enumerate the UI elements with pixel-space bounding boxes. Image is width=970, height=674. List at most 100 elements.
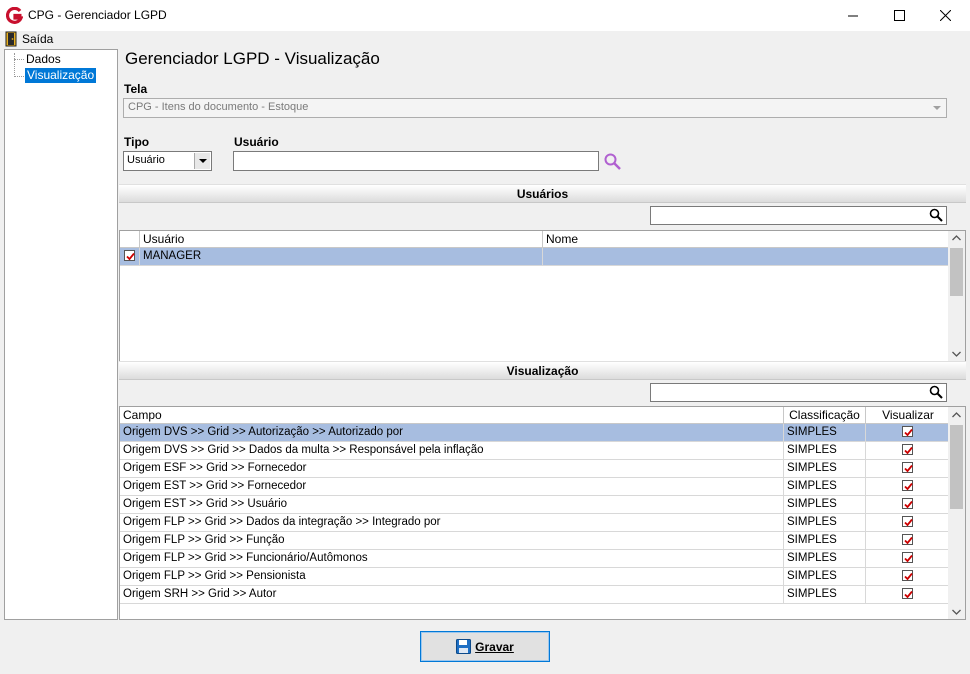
- cell-visualizar[interactable]: [866, 496, 948, 513]
- menu-bar: [0, 31, 970, 48]
- scroll-thumb[interactable]: [950, 425, 963, 509]
- save-button-label: Gravar: [475, 639, 514, 654]
- maximize-button[interactable]: [876, 0, 922, 31]
- cell-campo: Origem FLP >> Grid >> Função: [120, 532, 784, 549]
- minimize-button[interactable]: [830, 0, 876, 31]
- cell-visualizar[interactable]: [866, 586, 948, 603]
- chevron-down-icon[interactable]: [194, 153, 210, 169]
- visualizar-checkbox[interactable]: [901, 534, 913, 546]
- checkmark-icon: [903, 483, 913, 491]
- column-header-visualizar[interactable]: Visualizar: [866, 407, 950, 424]
- visualizar-checkbox[interactable]: [901, 516, 913, 528]
- cell-campo: Origem ESF >> Grid >> Fornecedor: [120, 460, 784, 477]
- tipo-select[interactable]: Usuário: [123, 151, 212, 171]
- scroll-down-icon[interactable]: [952, 351, 961, 357]
- checkmark-icon: [126, 253, 135, 261]
- cell-classificacao: SIMPLES: [784, 460, 866, 477]
- scroll-up-icon[interactable]: [952, 412, 961, 418]
- usuarios-scrollbar[interactable]: [948, 231, 965, 361]
- visualizar-checkbox[interactable]: [901, 444, 913, 456]
- checkmark-icon: [903, 591, 913, 599]
- row-checkbox[interactable]: [120, 248, 140, 265]
- column-header-usuario[interactable]: Usuário: [140, 231, 543, 248]
- tree-connector: [14, 76, 24, 77]
- app-logo-icon: [6, 7, 23, 24]
- navigation-tree: [4, 49, 118, 620]
- chevron-down-icon[interactable]: [929, 100, 945, 116]
- cell-visualizar[interactable]: [866, 532, 948, 549]
- table-row[interactable]: Origem ESF >> Grid >> Fornecedor SIMPLES: [120, 460, 948, 478]
- column-header-campo[interactable]: Campo: [120, 407, 784, 424]
- tela-select-value: CPG - Itens do documento - Estoque: [128, 101, 309, 113]
- cell-classificacao: SIMPLES: [784, 424, 866, 441]
- table-row[interactable]: Origem FLP >> Grid >> Pensionista SIMPLES: [120, 568, 948, 586]
- cell-visualizar[interactable]: [866, 424, 948, 441]
- cell-campo: Origem FLP >> Grid >> Funcionário/Autômo…: [120, 550, 784, 567]
- visualizar-checkbox[interactable]: [901, 498, 913, 510]
- checkmark-icon: [903, 555, 913, 563]
- cell-campo: Origem FLP >> Grid >> Pensionista: [120, 568, 784, 585]
- table-row[interactable]: Origem SRH >> Grid >> Autor SIMPLES: [120, 586, 948, 604]
- cell-campo: Origem DVS >> Grid >> Dados da multa >> …: [120, 442, 784, 459]
- window-title: CPG - Gerenciador LGPD: [28, 8, 167, 22]
- column-header-classificacao[interactable]: Classificação: [784, 407, 866, 424]
- table-row[interactable]: Origem FLP >> Grid >> Dados da integraçã…: [120, 514, 948, 532]
- scroll-up-icon[interactable]: [952, 235, 961, 241]
- table-row[interactable]: Origem EST >> Grid >> Usuário SIMPLES: [120, 496, 948, 514]
- cell-visualizar[interactable]: [866, 442, 948, 459]
- search-icon[interactable]: [603, 152, 622, 171]
- usuarios-search-input[interactable]: [650, 206, 947, 225]
- usuarios-grid-header: Usuário Nome: [120, 231, 950, 248]
- cell-classificacao: SIMPLES: [784, 586, 866, 603]
- visualizar-checkbox[interactable]: [901, 480, 913, 492]
- checkmark-icon: [903, 501, 913, 509]
- cell-visualizar[interactable]: [866, 550, 948, 567]
- table-row[interactable]: MANAGER: [120, 248, 948, 266]
- usuario-input[interactable]: [233, 151, 599, 171]
- tree-item-dados[interactable]: Dados: [26, 52, 61, 66]
- save-button[interactable]: Gravar: [420, 631, 550, 662]
- scroll-thumb[interactable]: [950, 248, 963, 296]
- cell-usuario: MANAGER: [140, 248, 543, 265]
- tela-select[interactable]: CPG - Itens do documento - Estoque: [123, 98, 947, 118]
- visualizar-checkbox[interactable]: [901, 462, 913, 474]
- cell-visualizar[interactable]: [866, 478, 948, 495]
- checkmark-icon: [903, 447, 913, 455]
- table-row[interactable]: Origem EST >> Grid >> Fornecedor SIMPLES: [120, 478, 948, 496]
- visualizacao-scrollbar[interactable]: [948, 407, 965, 619]
- table-row[interactable]: Origem DVS >> Grid >> Autorização >> Aut…: [120, 424, 948, 442]
- tipo-select-value: Usuário: [127, 154, 165, 166]
- close-button[interactable]: [922, 0, 968, 31]
- table-row[interactable]: Origem FLP >> Grid >> Função SIMPLES: [120, 532, 948, 550]
- table-row[interactable]: Origem FLP >> Grid >> Funcionário/Autômo…: [120, 550, 948, 568]
- visualizar-checkbox[interactable]: [901, 426, 913, 438]
- cell-visualizar[interactable]: [866, 460, 948, 477]
- menu-exit[interactable]: Saída: [22, 32, 53, 46]
- checkbox-column-header: [120, 231, 140, 248]
- scroll-down-icon[interactable]: [952, 609, 961, 615]
- cell-visualizar[interactable]: [866, 568, 948, 585]
- cell-campo: Origem EST >> Grid >> Usuário: [120, 496, 784, 513]
- cell-visualizar[interactable]: [866, 514, 948, 531]
- tree-item-visualizacao[interactable]: Visualização: [25, 68, 97, 83]
- visualizacao-search-input[interactable]: [650, 383, 947, 402]
- page-title: Gerenciador LGPD - Visualização: [125, 49, 380, 68]
- cell-campo: Origem SRH >> Grid >> Autor: [120, 586, 784, 603]
- floppy-disk-icon: [456, 639, 472, 654]
- search-icon[interactable]: [929, 208, 943, 222]
- cell-nome: [543, 248, 948, 265]
- checkmark-icon: [903, 519, 913, 527]
- cell-classificacao: SIMPLES: [784, 478, 866, 495]
- visualizar-checkbox[interactable]: [901, 570, 913, 582]
- column-header-nome[interactable]: Nome: [543, 231, 950, 248]
- visualizar-checkbox[interactable]: [901, 552, 913, 564]
- visualizar-checkbox[interactable]: [901, 588, 913, 600]
- cell-classificacao: SIMPLES: [784, 514, 866, 531]
- cell-classificacao: SIMPLES: [784, 442, 866, 459]
- usuarios-grid: Usuário Nome MANAGER: [119, 230, 966, 362]
- search-icon[interactable]: [929, 385, 943, 399]
- table-row[interactable]: Origem DVS >> Grid >> Dados da multa >> …: [120, 442, 948, 460]
- cell-classificacao: SIMPLES: [784, 532, 866, 549]
- cell-campo: Origem FLP >> Grid >> Dados da integraçã…: [120, 514, 784, 531]
- usuarios-section-header: Usuários: [119, 184, 966, 203]
